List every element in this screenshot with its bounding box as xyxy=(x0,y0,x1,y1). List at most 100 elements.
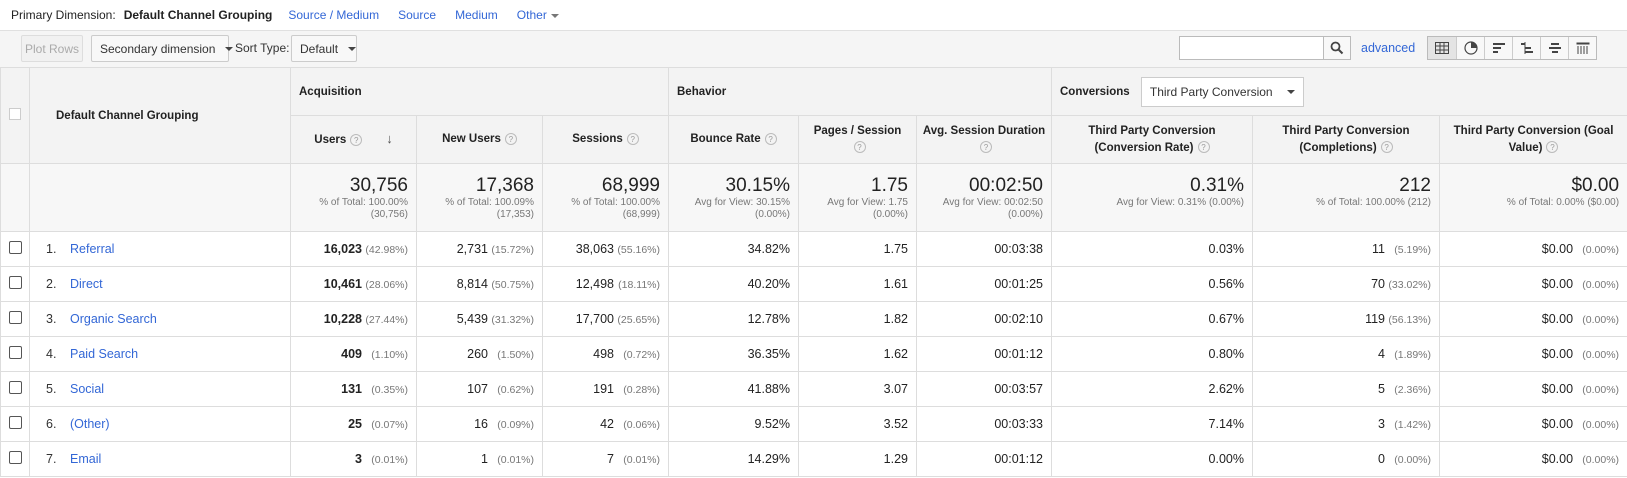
dimension-other-dropdown[interactable]: Other xyxy=(517,8,559,22)
dimension-link-medium[interactable]: Medium xyxy=(455,8,498,22)
channel-link[interactable]: Referral xyxy=(70,242,114,256)
row-checkbox[interactable] xyxy=(8,311,22,324)
total-goal-value: $0.00% of Total: 0.00% ($0.00) xyxy=(1438,163,1627,232)
table-row: 1. Referral 16,023 (42.98%) 2,731 (15.72%) 38,… xyxy=(0,231,1627,267)
view-toggle-group xyxy=(1427,36,1597,60)
cell-conversion-rate: 7.14% xyxy=(1051,406,1253,442)
cell-value: 12,498 xyxy=(575,277,614,291)
column-header-goal-value[interactable]: Third Party Conversion (Goal Value)? xyxy=(1438,115,1627,164)
channel-link[interactable]: Organic Search xyxy=(70,312,157,326)
dimension-link-source-medium[interactable]: Source / Medium xyxy=(288,8,379,22)
cell-value: 131 xyxy=(341,382,362,396)
cell-bounce-rate: 9.52% xyxy=(668,406,799,442)
column-header-conversion-rate[interactable]: Third Party Conversion (Conversion Rate)… xyxy=(1051,115,1253,164)
row-index: 6. xyxy=(46,417,57,431)
total-subtext: (68,999) xyxy=(622,209,660,220)
sort-type-label: Sort Type: xyxy=(235,41,290,55)
column-header-bounce-rate[interactable]: Bounce Rate? xyxy=(668,115,799,164)
cell-bounce-rate: 36.35% xyxy=(668,336,799,372)
select-all-checkbox[interactable] xyxy=(9,108,21,120)
sessions-header-label: Sessions xyxy=(572,133,623,145)
help-icon[interactable]: ? xyxy=(853,141,866,154)
cell-percent: (0.35%) xyxy=(371,384,408,396)
row-checkbox[interactable] xyxy=(8,346,22,359)
row-dimension-cell: 2. Direct xyxy=(29,266,291,302)
primary-dimension-label: Primary Dimension: xyxy=(11,8,116,22)
cell-value: $0.00 xyxy=(1541,417,1574,431)
cell-pages-session: 1.29 xyxy=(798,441,917,477)
secondary-dimension-dropdown[interactable]: Secondary dimension xyxy=(91,35,234,62)
help-icon[interactable]: ? xyxy=(980,141,992,154)
cell-percent: (0.00%) xyxy=(1582,314,1620,326)
column-header-new-users[interactable]: New Users? xyxy=(416,115,543,164)
dimension-link-source[interactable]: Source xyxy=(398,8,436,22)
cell-users: 10,461 (28.06%) xyxy=(290,266,417,302)
cell-value: 11 xyxy=(1372,242,1385,256)
row-select-cell[interactable] xyxy=(0,406,30,442)
totals-empty-cell xyxy=(29,163,291,232)
column-header-avg-session-duration[interactable]: Avg. Session Duration? xyxy=(916,115,1052,164)
help-icon[interactable]: ? xyxy=(1546,141,1559,154)
performance-view-button[interactable] xyxy=(1484,37,1512,59)
column-header-users[interactable]: Users? ↓ xyxy=(290,115,417,164)
table-search-input[interactable] xyxy=(1179,36,1324,60)
cell-pages-session: 1.75 xyxy=(798,231,917,267)
total-subtext: (0.00%) xyxy=(1007,209,1043,220)
channel-link[interactable]: Direct xyxy=(70,277,103,291)
column-header-sessions[interactable]: Sessions? xyxy=(542,115,669,164)
bounce-rate-header-label: Bounce Rate xyxy=(690,133,761,145)
channel-link[interactable]: Paid Search xyxy=(70,347,138,361)
help-icon[interactable]: ? xyxy=(350,133,363,146)
cell-percent: (0.28%) xyxy=(623,384,660,396)
chevron-down-icon xyxy=(225,46,234,51)
dimension-header[interactable]: Default Channel Grouping xyxy=(29,67,291,164)
pie-view-button[interactable] xyxy=(1456,37,1484,59)
total-value: 00:02:50 xyxy=(969,175,1043,196)
cell-value: $0.00 xyxy=(1541,452,1574,466)
row-select-cell[interactable] xyxy=(0,371,30,407)
pivot-view-button[interactable] xyxy=(1568,37,1596,59)
row-dimension-cell: 5. Social xyxy=(29,371,291,407)
term-cloud-view-button[interactable] xyxy=(1540,37,1568,59)
table-view-button[interactable] xyxy=(1428,37,1456,59)
cell-sessions: 12,498 (18.11%) xyxy=(542,266,669,302)
channel-link[interactable]: (Other) xyxy=(70,417,110,431)
cell-value: 8,814 xyxy=(456,277,488,291)
plot-rows-button[interactable]: Plot Rows xyxy=(21,35,83,62)
cell-avg-duration: 00:01:12 xyxy=(916,441,1052,477)
total-value: 30,756 xyxy=(349,175,408,196)
row-select-cell[interactable] xyxy=(0,301,30,337)
advanced-filter-link[interactable]: advanced xyxy=(1361,41,1415,55)
sort-type-dropdown[interactable]: Default xyxy=(291,35,357,62)
row-checkbox[interactable] xyxy=(8,241,22,254)
help-icon[interactable]: ? xyxy=(626,132,639,145)
row-checkbox[interactable] xyxy=(8,451,22,464)
cell-sessions: 498 (0.72%) xyxy=(542,336,669,372)
channel-link[interactable]: Social xyxy=(70,382,104,396)
cell-percent: (0.62%) xyxy=(497,384,534,396)
cell-users: 16,023 (42.98%) xyxy=(290,231,417,267)
column-header-pages-session[interactable]: Pages / Session? xyxy=(798,115,917,164)
conversion-goal-dropdown[interactable]: Third Party Conversion xyxy=(1140,76,1304,107)
row-checkbox[interactable] xyxy=(8,276,22,289)
row-select-cell[interactable] xyxy=(0,441,30,477)
total-value: 30.15% xyxy=(725,175,790,196)
row-select-cell[interactable] xyxy=(0,266,30,302)
row-select-cell[interactable] xyxy=(0,336,30,372)
totals-empty-cell xyxy=(0,163,30,232)
row-checkbox[interactable] xyxy=(8,416,22,429)
table-row: 4. Paid Search 409 (1.10%) 260 (1.50%) 498 (0.7… xyxy=(0,336,1627,372)
help-icon[interactable]: ? xyxy=(764,132,777,145)
help-icon[interactable]: ? xyxy=(1380,141,1393,154)
select-all-cell[interactable] xyxy=(0,67,30,164)
comparison-view-button[interactable] xyxy=(1512,37,1540,59)
table-row: 6. (Other) 25 (0.07%) 16 (0.09%) 42 (0.06%) 9.52… xyxy=(0,406,1627,442)
channel-link[interactable]: Email xyxy=(70,452,101,466)
help-icon[interactable]: ? xyxy=(1197,141,1210,154)
row-select-cell[interactable] xyxy=(0,231,30,267)
cell-completions: 5 (2.36%) xyxy=(1252,371,1440,407)
search-button[interactable] xyxy=(1323,36,1351,60)
row-checkbox[interactable] xyxy=(8,381,22,394)
help-icon[interactable]: ? xyxy=(504,132,517,145)
column-header-completions[interactable]: Third Party Conversion (Completions)? xyxy=(1252,115,1440,164)
